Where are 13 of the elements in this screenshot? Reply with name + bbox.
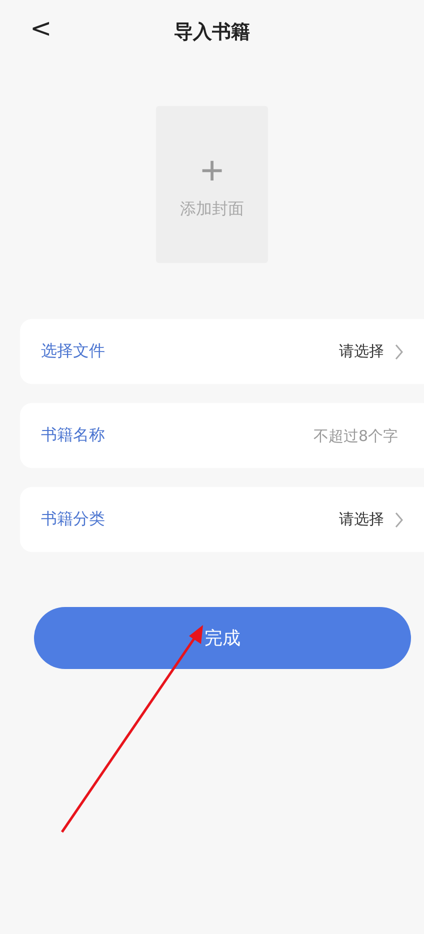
chevron-right-icon <box>394 512 404 528</box>
select-row[interactable]: 书籍分类 请选择 <box>20 487 424 552</box>
row-label: 书籍分类 <box>41 509 106 530</box>
chevron-right-icon <box>394 344 404 360</box>
select-row[interactable]: 选择文件 请选择 <box>20 319 424 384</box>
row-value: 请选择 <box>339 510 384 529</box>
row-value: 请选择 <box>339 342 384 361</box>
row-label: 书籍名称 <box>41 425 106 446</box>
row-label: 选择文件 <box>41 341 106 362</box>
input-field[interactable]: 不超过8个字 <box>278 426 398 444</box>
back-button[interactable]: < <box>26 14 56 44</box>
done-button[interactable]: 完成 <box>34 607 411 669</box>
page-title: 导入书籍 <box>174 20 250 45</box>
